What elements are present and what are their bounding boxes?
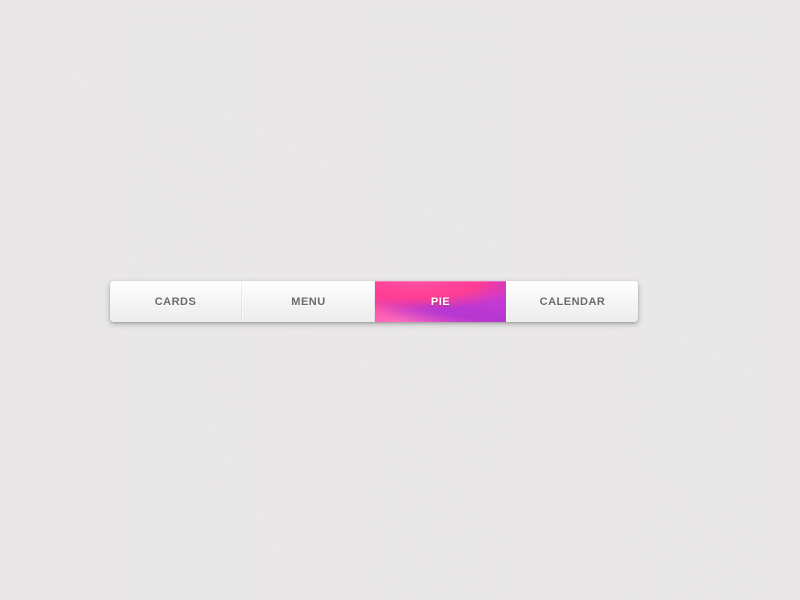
nav-item-menu[interactable]: MENU [242, 281, 375, 322]
top-nav: CARDS MENU PIE CALENDAR [110, 281, 638, 322]
nav-item-pie[interactable]: PIE [375, 281, 506, 322]
nav-item-label: PIE [431, 296, 450, 308]
nav-item-label: MENU [291, 296, 325, 308]
nav-item-label: CALENDAR [540, 296, 606, 308]
nav-item-label: CARDS [155, 296, 197, 308]
nav-item-calendar[interactable]: CALENDAR [506, 281, 638, 322]
nav-item-cards[interactable]: CARDS [110, 281, 242, 322]
